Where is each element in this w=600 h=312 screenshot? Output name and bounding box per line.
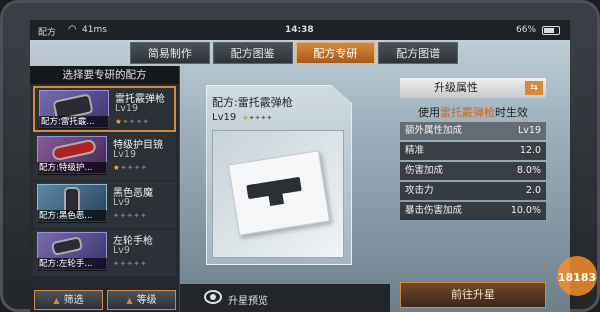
- star-icon: ✦: [140, 259, 147, 268]
- attribute-row: 精准 12.0: [400, 142, 546, 160]
- attribute-label: 伤害加成: [405, 165, 444, 176]
- recipe-card-level-text: Lv19: [212, 112, 237, 123]
- recipe-item[interactable]: 配方:左轮手... 左轮手枪 Lv9 ✦✦✦✦✦: [33, 230, 176, 276]
- recipe-item[interactable]: 配方:特级护... 特级护目镜 Lv19 ★✦✦✦✦: [33, 134, 176, 180]
- star-rating: ✦✦✦✦✦: [113, 211, 147, 220]
- battery-icon: [542, 26, 560, 35]
- swap-icon[interactable]: ⇆: [525, 81, 543, 95]
- level-sort-button[interactable]: ▲ 等级: [107, 290, 176, 310]
- recipe-list-title: 选择要专研的配方: [30, 66, 179, 84]
- attribute-value: 2.0: [525, 185, 541, 196]
- recipe-list-panel: 选择要专研的配方 配方:雷托霰... 雷托霰弹枪 Lv19 ★✦✦✦✦ 配方:特…: [30, 66, 180, 312]
- site-watermark-logo: 18183: [557, 256, 597, 296]
- eye-icon[interactable]: [204, 290, 222, 304]
- recipe-item[interactable]: 配方:雷托霰... 雷托霰弹枪 Lv19 ★✦✦✦✦: [33, 86, 176, 132]
- status-bar: 配方 ◠ 41ms 14:38 66%: [30, 20, 570, 40]
- attribute-label: 精准: [405, 145, 425, 156]
- attribute-table: 额外属性加成 Lv19 精准 12.0 伤害加成 8.0% 攻击力 2.0 暴击…: [400, 122, 546, 222]
- filter-button[interactable]: ▲ 筛选: [34, 290, 103, 310]
- caret-up-icon: ▲: [126, 296, 133, 305]
- attribute-row: 暴击伤害加成 10.0%: [400, 202, 546, 220]
- go-upgrade-button[interactable]: 前往升星: [400, 282, 546, 308]
- attribute-value: 8.0%: [516, 165, 541, 176]
- status-carrier: 配方: [38, 28, 57, 38]
- recipe-card-level: Lv19 ★✦✦✦✦: [212, 112, 272, 123]
- list-controls: ▲ 筛选 ▲ 等级: [30, 290, 180, 312]
- upgrade-attributes-header: 升级属性 ⇆: [400, 78, 546, 98]
- attribute-effect-note: 使用雷托霰弹枪时生效: [400, 104, 546, 120]
- attribute-row: 伤害加成 8.0%: [400, 162, 546, 180]
- tab-recipe-catalog[interactable]: 配方图鉴: [212, 42, 293, 64]
- recipe-level: Lv19: [113, 149, 137, 160]
- star-icon: ✦: [140, 211, 147, 220]
- star-icon: ✦: [122, 117, 130, 126]
- level-label: 等级: [136, 295, 157, 306]
- star-icon: ✦: [113, 211, 120, 220]
- recipe-level: Lv9: [113, 245, 130, 256]
- attribute-value: 12.0: [519, 145, 541, 156]
- recipe-blueprint-image: [212, 130, 344, 258]
- star-icon: ✦: [120, 163, 128, 172]
- effect-suffix: 时生效: [495, 106, 528, 119]
- star-rating: ✦✦✦✦✦: [113, 259, 147, 268]
- attribute-row: 攻击力 2.0: [400, 182, 546, 200]
- caret-up-icon: ▲: [53, 296, 60, 305]
- status-battery-percent: 66%: [516, 25, 537, 35]
- recipe-level: Lv19: [115, 103, 139, 114]
- upgrade-attributes-title: 升级属性: [434, 81, 478, 94]
- attribute-head-value: Lv19: [517, 125, 541, 136]
- star-icon: ✦: [113, 259, 120, 268]
- status-time: 14:38: [285, 25, 314, 35]
- tab-recipe-atlas[interactable]: 配方图谱: [378, 42, 458, 64]
- recipe-tabs: 简易制作 配方图鉴 配方专研 配方图谱: [130, 42, 458, 64]
- attribute-table-header: 额外属性加成 Lv19: [400, 122, 546, 140]
- attribute-head-label: 额外属性加成: [405, 125, 463, 136]
- star-rating: ★✦✦✦✦: [115, 117, 149, 126]
- star-icon: ✦: [133, 163, 141, 172]
- filter-label: 筛选: [63, 295, 84, 306]
- tab-simple-craft[interactable]: 简易制作: [130, 42, 210, 64]
- star-icon: ✦: [129, 117, 136, 126]
- star-icon: ✦: [140, 163, 148, 172]
- wifi-icon: ◠: [68, 24, 77, 35]
- star-icon: ✦: [266, 114, 273, 122]
- recipe-caption: 配方:左轮手...: [37, 258, 107, 271]
- shotgun-grip: [267, 189, 285, 207]
- recipe-level: Lv9: [113, 197, 130, 208]
- attribute-label: 攻击力: [405, 185, 434, 196]
- recipe-caption: 配方:黑色恶...: [37, 210, 107, 223]
- star-icon: ✦: [119, 211, 127, 220]
- attribute-label: 暴击伤害加成: [405, 205, 463, 216]
- star-icon: ✦: [127, 163, 134, 172]
- star-rating: ★✦✦✦✦: [113, 163, 147, 172]
- tab-recipe-research[interactable]: 配方专研: [295, 42, 376, 64]
- recipe-caption: 配方:特级护...: [37, 162, 107, 175]
- watermark-text: 18183: [558, 271, 596, 284]
- star-rating: ★✦✦✦✦: [242, 114, 272, 122]
- star-preview-label[interactable]: 升星预览: [228, 292, 268, 307]
- recipe-caption: 配方:雷托霰...: [39, 116, 109, 129]
- star-icon: ✦: [142, 117, 150, 126]
- effect-prefix: 使用: [418, 106, 440, 119]
- recipe-card-title: 配方:雷托霰弹枪: [212, 96, 293, 109]
- star-icon: ✦: [119, 259, 127, 268]
- attribute-value: 10.0%: [510, 205, 541, 216]
- star-icon: ✦: [135, 117, 143, 126]
- status-ping: 41ms: [82, 25, 107, 35]
- recipe-item[interactable]: 配方:黑色恶... 黑色恶魔 Lv9 ✦✦✦✦✦: [33, 182, 176, 228]
- effect-weapon-name: 雷托霰弹枪: [440, 106, 495, 119]
